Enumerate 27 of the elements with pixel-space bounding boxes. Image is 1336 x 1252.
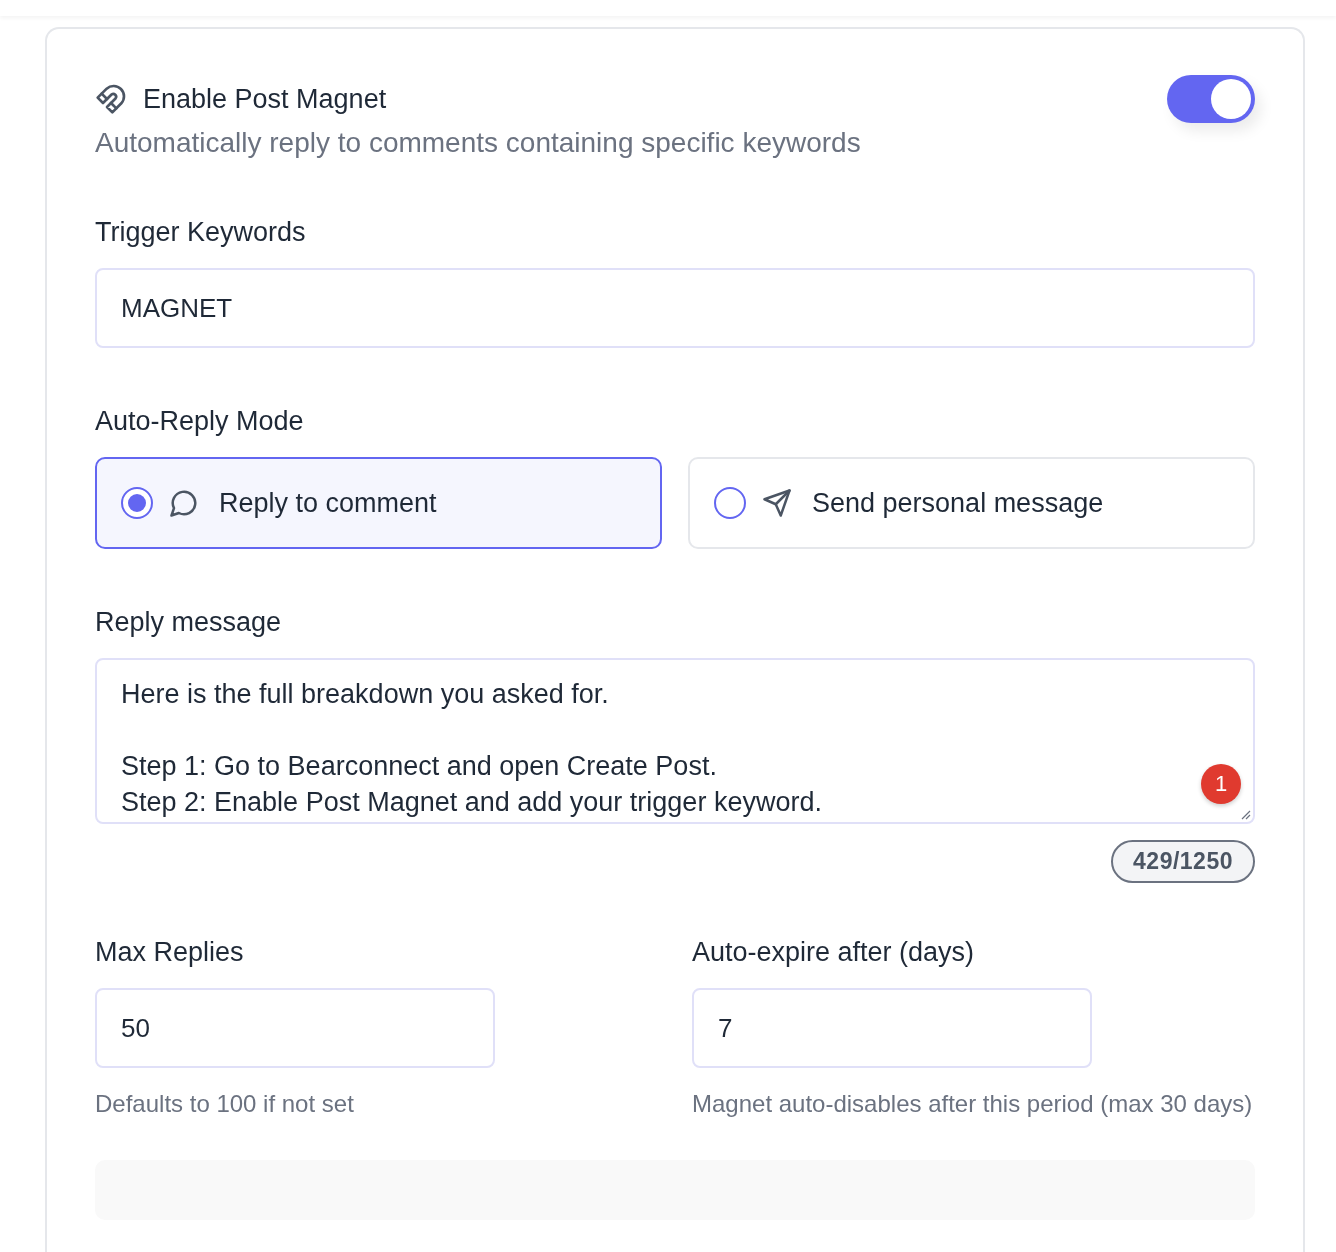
section-description: Automatically reply to comments containing specific keywords xyxy=(95,127,862,159)
paper-plane-icon xyxy=(762,488,792,518)
field-hint: Defaults to 100 if not set xyxy=(95,1089,355,1119)
radio-button[interactable] xyxy=(121,487,153,519)
magnet-icon xyxy=(95,83,127,115)
field-label: Reply message xyxy=(95,607,283,638)
message-textarea[interactable]: Here is the full breakdown you asked for. Step 1: Go to Bearconnect and open Create Post. Step 2: Enable Post Magnet and add your trigger keyword. 1 xyxy=(95,658,1255,824)
mode-option[interactable]: Send personal message xyxy=(688,457,1255,549)
toggle-switch[interactable] xyxy=(1167,75,1255,123)
notification-badge: 1 xyxy=(1201,764,1241,804)
field-label: Auto-Reply Mode xyxy=(95,406,305,437)
number-input[interactable]: 7 xyxy=(692,988,1092,1068)
section-title: Enable Post Magnet xyxy=(143,83,387,115)
radio-button[interactable] xyxy=(714,487,746,519)
message-line: Step 2: Enable Post Magnet and add your trigger keyword. xyxy=(121,786,822,819)
field-label: Trigger Keywords xyxy=(95,217,307,248)
message-line: Step 1: Go to Bearconnect and open Create Post. xyxy=(121,750,717,783)
keyword-input[interactable]: MAGNET xyxy=(95,268,1255,348)
field-label: Auto-expire after (days) xyxy=(692,937,976,968)
mode-option[interactable]: Reply to comment xyxy=(95,457,662,549)
character-counter: 429/1250 xyxy=(1111,840,1255,883)
speech-bubble-icon xyxy=(169,488,199,518)
resize-handle-icon[interactable] xyxy=(1239,808,1251,820)
message-line: Here is the full breakdown you asked for. xyxy=(121,678,609,711)
field-hint: Magnet auto-disables after this period (max 30 days) xyxy=(692,1089,1254,1119)
number-input[interactable]: 50 xyxy=(95,988,495,1068)
field-label: Max Replies xyxy=(95,937,245,968)
